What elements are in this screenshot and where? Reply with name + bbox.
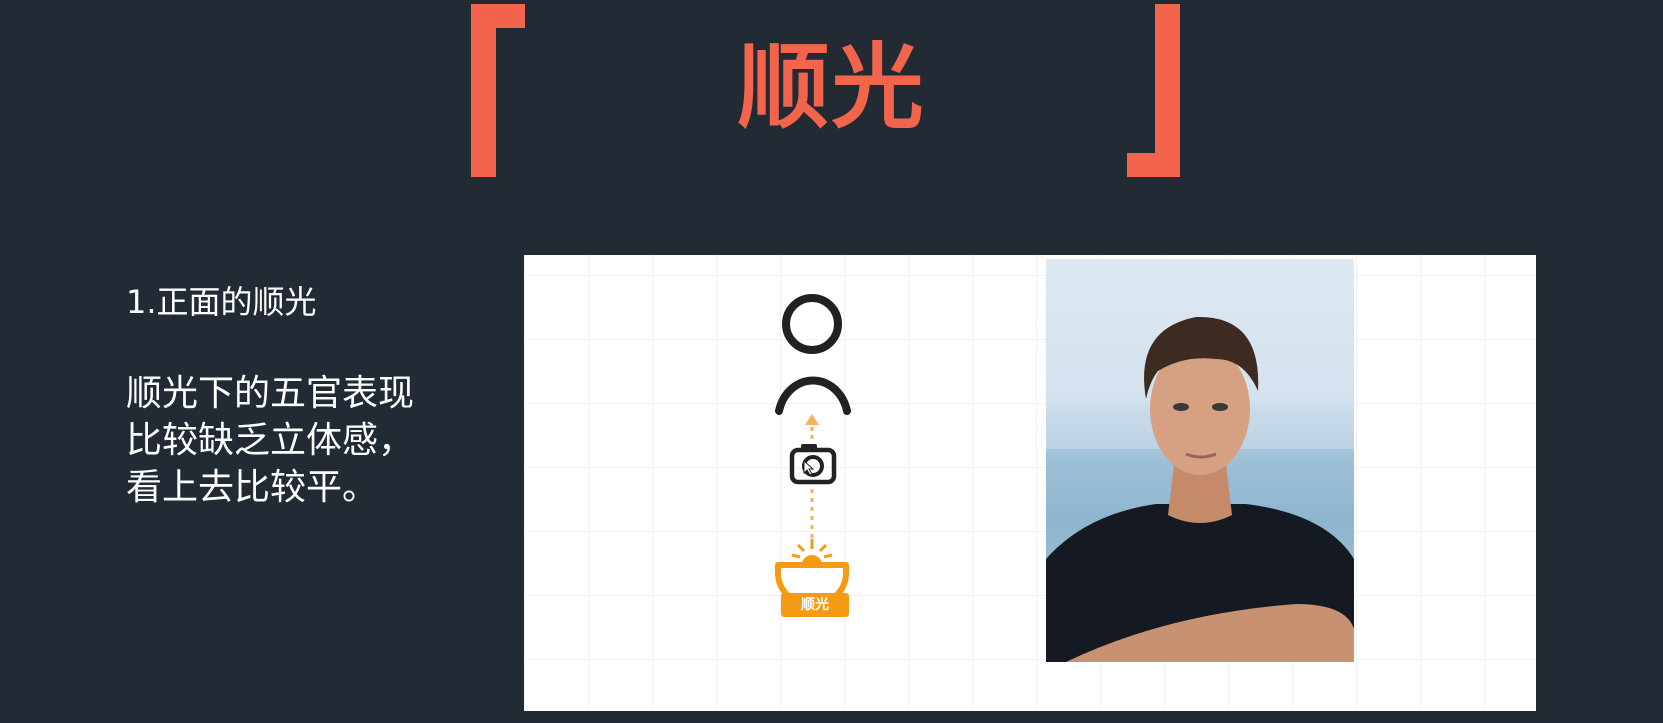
left-bracket-top <box>471 4 525 28</box>
right-bracket-bottom <box>1127 153 1180 177</box>
slide-title: 顺光 <box>737 34 926 141</box>
person-icon <box>775 294 851 415</box>
light-label: 顺光 <box>781 593 849 617</box>
arrow-up-icon <box>805 414 819 439</box>
subheading: 1.正面的顺光 <box>126 283 317 321</box>
description-line: 比较缺乏立体感， <box>126 420 415 461</box>
description-line: 顺光下的五官表现 <box>126 373 415 414</box>
portrait-illustration <box>1046 316 1354 662</box>
description-line: 看上去比较平。 <box>126 467 379 508</box>
camera-icon <box>789 444 837 485</box>
description: 顺光下的五官表现 比较缺乏立体感， 看上去比较平。 <box>126 370 456 511</box>
illustration-panel: 顺光 <box>524 255 1536 711</box>
portrait-photo <box>1046 259 1354 662</box>
